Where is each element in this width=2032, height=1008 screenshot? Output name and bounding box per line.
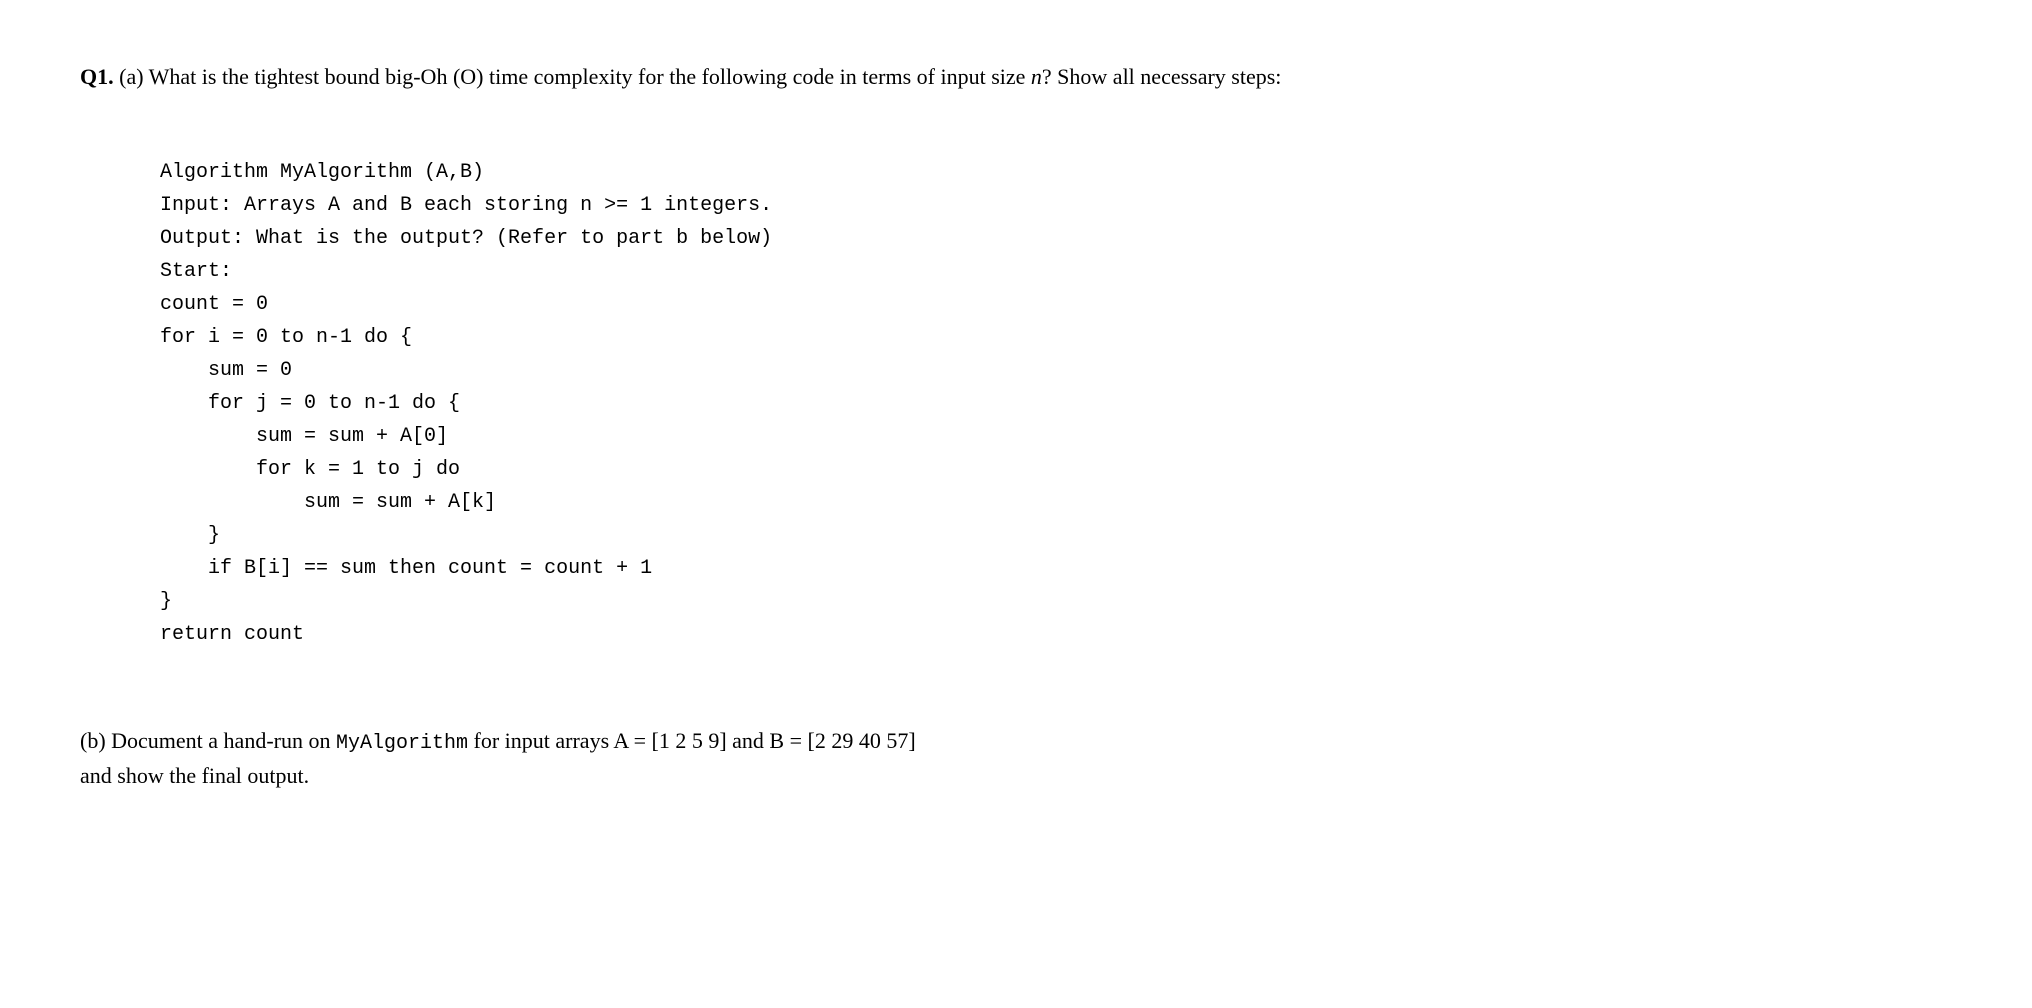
code-line-10: for k = 1 to j do — [160, 458, 460, 481]
part-b-text2: for input arrays A = [1 2 5 9] and B = [… — [468, 728, 916, 753]
part-a-intro-text2: ? Show all necessary steps: — [1042, 64, 1282, 89]
question-1-header: Q1. (a) What is the tightest bound big-O… — [80, 60, 1952, 93]
part-b-inline-code: MyAlgorithm — [336, 732, 468, 755]
part-b-text1: (b) Document a hand-run on — [80, 728, 336, 753]
part-a-intro-text: (a) What is the tightest bound big-Oh (O… — [119, 64, 1031, 89]
code-line-5: count = 0 — [160, 293, 268, 316]
question-label: Q1. — [80, 64, 114, 89]
code-line-7: sum = 0 — [160, 359, 292, 382]
code-line-1: Algorithm MyAlgorithm (A,B) — [160, 161, 484, 184]
code-line-12: } — [160, 524, 220, 547]
code-line-3: Output: What is the output? (Refer to pa… — [160, 227, 772, 250]
code-line-11: sum = sum + A[k] — [160, 491, 496, 514]
variable-n: n — [1031, 64, 1042, 89]
code-line-4: Start: — [160, 260, 232, 283]
code-line-6: for i = 0 to n-1 do { — [160, 326, 412, 349]
code-line-14: } — [160, 590, 172, 613]
part-b-section: (b) Document a hand-run on MyAlgorithm f… — [80, 724, 1952, 792]
part-b-text3: and show the final output. — [80, 763, 309, 788]
code-line-15: return count — [160, 623, 304, 646]
page-content: Q1. (a) What is the tightest bound big-O… — [80, 60, 1952, 792]
code-line-2: Input: Arrays A and B each storing n >= … — [160, 194, 772, 217]
code-line-13: if B[i] == sum then count = count + 1 — [160, 557, 652, 580]
code-line-8: for j = 0 to n-1 do { — [160, 392, 460, 415]
code-line-9: sum = sum + A[0] — [160, 425, 448, 448]
algorithm-code-block: Algorithm MyAlgorithm (A,B) Input: Array… — [160, 123, 1952, 684]
